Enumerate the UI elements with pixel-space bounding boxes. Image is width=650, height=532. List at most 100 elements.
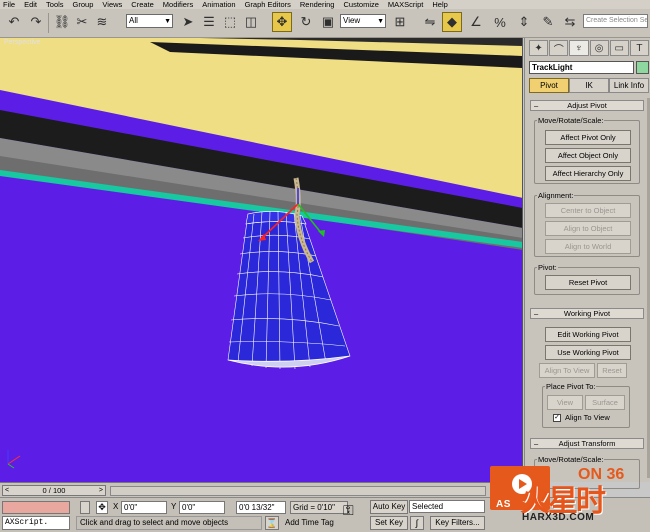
percent-snap-icon[interactable]: % (490, 12, 510, 32)
y-coordinate-field[interactable]: 0'0" (179, 501, 225, 514)
display-icon[interactable]: ▭ (609, 40, 629, 56)
select-scale-icon[interactable]: ▣ (318, 12, 338, 32)
absolute-mode-icon[interactable]: ✥ (96, 501, 108, 514)
utilities-icon[interactable]: T (629, 40, 650, 56)
adjust-transform-rollout[interactable]: – Adjust Transform (530, 438, 644, 449)
place-view-button[interactable]: View (547, 395, 583, 410)
set-key-button[interactable]: Set Key (370, 516, 408, 530)
menu-item-views[interactable]: Views (102, 0, 122, 9)
group-title: Alignment: (537, 191, 575, 200)
prompt-line: Click and drag to select and move object… (76, 516, 262, 530)
menu-item-group[interactable]: Group (73, 0, 94, 9)
angle-snap-icon[interactable]: ∠ (466, 12, 486, 32)
menu-item-rendering[interactable]: Rendering (300, 0, 335, 9)
track-bar[interactable] (110, 486, 486, 496)
select-rotate-icon[interactable]: ↻ (296, 12, 316, 32)
y-label: Y (171, 502, 177, 511)
maxscript-listener-input[interactable]: AXScript. (2, 516, 70, 530)
use-working-pivot-button[interactable]: Use Working Pivot (545, 345, 631, 360)
x-coordinate-field[interactable]: 0'0" (121, 501, 167, 514)
key-icon[interactable]: ⚿ (343, 503, 354, 517)
working-pivot-rollout[interactable]: – Working Pivot (530, 308, 644, 319)
menu-item-create[interactable]: Create (131, 0, 154, 9)
affect-object-only-button[interactable]: Affect Object Only (545, 148, 631, 163)
menu-item-file[interactable]: File (3, 0, 15, 9)
add-time-tag-button[interactable]: Add Time Tag (285, 517, 334, 529)
adjust-pivot-title: Adjust Pivot (567, 101, 607, 110)
bind-spacewarp-icon[interactable]: ≋ (92, 12, 112, 32)
hierarchy-tabs: Pivot IK Link Info (529, 78, 649, 93)
menu-item-modifiers[interactable]: Modifiers (163, 0, 193, 9)
center-to-object-button[interactable]: Center to Object (545, 203, 631, 218)
collapse-icon: – (534, 101, 539, 110)
maxscript-listener-output[interactable] (2, 501, 70, 514)
time-slider[interactable]: < 0 / 100 > (2, 485, 106, 496)
watermark: AS ON 36 火星时 HARX3D.COM (488, 462, 650, 532)
chevron-down-icon: ▼ (377, 18, 384, 25)
selection-lock-icon[interactable] (80, 501, 90, 514)
menu-item-maxscript[interactable]: MAXScript (388, 0, 423, 9)
selection-set-input[interactable]: Create Selection Se (583, 14, 648, 28)
motion-icon[interactable]: ◎ (589, 40, 609, 56)
reset-pivot-button[interactable]: Reset Pivot (545, 275, 631, 290)
menu-item-help[interactable]: Help (432, 0, 447, 9)
redo-icon[interactable]: ↷ (26, 12, 46, 32)
named-selection-icon[interactable]: ✎ (538, 12, 558, 32)
time-tag-icon[interactable]: ⌛ (265, 516, 279, 530)
align-to-view-checkbox[interactable]: ✓ (553, 414, 561, 422)
menu-bar: File Edit Tools Group Views Create Modifiers An… (0, 0, 650, 9)
rect-region-icon[interactable]: ⬚ (220, 12, 240, 32)
select-link-icon[interactable]: ⛓ (52, 12, 72, 32)
adjust-pivot-rollout[interactable]: – Adjust Pivot (530, 100, 644, 111)
place-surface-button[interactable]: Surface (585, 395, 625, 410)
key-filters-button[interactable]: Key Filters... (430, 516, 485, 530)
menu-item-graph-editors[interactable]: Graph Editors (245, 0, 291, 9)
command-panel-tabs: ✦ ⌒ ♆ ◎ ▭ T (529, 40, 650, 58)
reset-working-pivot-button[interactable]: Reset (597, 363, 627, 378)
select-object-icon[interactable]: ➤ (178, 12, 198, 32)
unlink-icon[interactable]: ✂ (72, 12, 92, 32)
undo-icon[interactable]: ↶ (4, 12, 24, 32)
tab-pivot[interactable]: Pivot (529, 78, 569, 93)
menu-item-edit[interactable]: Edit (24, 0, 37, 9)
group-title: Pivot: (537, 263, 558, 272)
watermark-site-text: HARX3D.COM (522, 512, 595, 523)
time-next-button[interactable]: > (99, 486, 103, 495)
hierarchy-icon[interactable]: ♆ (569, 40, 589, 56)
window-crossing-icon[interactable]: ◫ (241, 12, 261, 32)
viewport-label[interactable]: Perspective (4, 39, 41, 46)
key-tangent-icon[interactable]: ∫ (410, 516, 424, 530)
auto-key-button[interactable]: Auto Key (370, 500, 408, 514)
snap-toggle-icon[interactable]: ◆ (442, 12, 462, 32)
perspective-viewport[interactable]: Perspective (0, 38, 523, 482)
create-icon[interactable]: ✦ (529, 40, 549, 56)
menu-item-animation[interactable]: Animation (202, 0, 235, 9)
reference-coord-dropdown[interactable]: View ▼ (340, 14, 386, 28)
mirror-object-icon[interactable]: ⇆ (560, 12, 580, 32)
z-coordinate-field[interactable]: 0'0 13/32" (236, 501, 286, 514)
select-by-name-icon[interactable]: ☰ (199, 12, 219, 32)
selection-filter-value: All (129, 16, 138, 25)
key-mode-select[interactable]: Selected (409, 500, 485, 513)
select-move-icon[interactable]: ✥ (272, 12, 292, 32)
align-to-world-button[interactable]: Align to World (545, 239, 631, 254)
menu-item-customize[interactable]: Customize (343, 0, 378, 9)
tab-ik[interactable]: IK (569, 78, 609, 93)
object-name-field[interactable]: TrackLight (529, 61, 634, 74)
object-color-swatch[interactable] (636, 61, 649, 74)
time-bar: < 0 / 100 > (0, 482, 490, 497)
tab-link-info[interactable]: Link Info (609, 78, 649, 93)
collapse-icon: – (534, 309, 539, 318)
align-to-object-button[interactable]: Align to Object (545, 221, 631, 236)
spinner-snap-icon[interactable]: ⇕ (514, 12, 534, 32)
affect-pivot-only-button[interactable]: Affect Pivot Only (545, 130, 631, 145)
mirror-icon[interactable]: ⇋ (420, 12, 440, 32)
align-to-view-button[interactable]: Align To View (539, 363, 595, 378)
menu-item-tools[interactable]: Tools (46, 0, 64, 9)
selection-filter-dropdown[interactable]: All ▼ (126, 14, 173, 28)
pivot-center-icon[interactable]: ⊞ (390, 12, 410, 32)
time-prev-button[interactable]: < (5, 486, 9, 495)
modify-icon[interactable]: ⌒ (549, 40, 569, 56)
edit-working-pivot-button[interactable]: Edit Working Pivot (545, 327, 631, 342)
affect-hierarchy-only-button[interactable]: Affect Hierarchy Only (545, 166, 631, 181)
